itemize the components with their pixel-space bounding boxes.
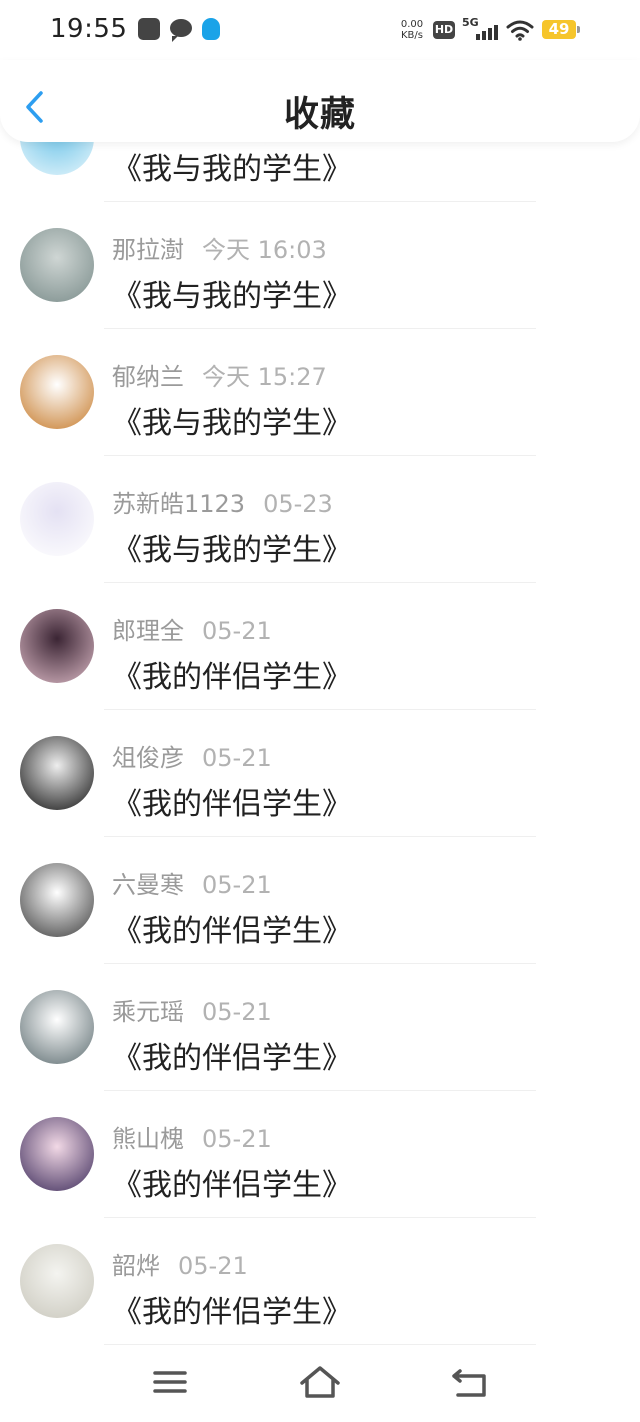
favorite-date: 05-21: [178, 1252, 248, 1280]
network-type: 5G: [462, 16, 479, 29]
book-title[interactable]: 《我的伴侣学生》: [112, 1287, 352, 1331]
system-nav-bar: [0, 1346, 640, 1422]
status-bar: 19:55 0.00 KB/s HD 5G 49: [0, 0, 640, 60]
avatar[interactable]: [20, 990, 94, 1064]
book-title[interactable]: 《我的伴侣学生》: [112, 906, 352, 950]
qq-notification-icon: [202, 18, 220, 40]
favorite-date: 05-21: [202, 998, 272, 1026]
author-name[interactable]: 六曼寒: [112, 871, 184, 899]
favorite-item[interactable]: 俎俊彦 05-21 《我的伴侣学生》: [0, 710, 640, 837]
book-title[interactable]: 《我的伴侣学生》: [112, 1160, 352, 1204]
author-name[interactable]: 熊山槐: [112, 1125, 184, 1153]
favorite-item[interactable]: 韶烨 05-21 《我的伴侣学生》: [0, 1218, 640, 1345]
favorite-meta: 那拉澍 今天 16:03: [112, 230, 327, 265]
author-name[interactable]: 苏新皓1123: [112, 490, 245, 518]
author-name[interactable]: 乘元瑶: [112, 998, 184, 1026]
favorite-item[interactable]: 那拉澍 今天 16:03 《我与我的学生》: [0, 202, 640, 329]
favorite-item[interactable]: 郁纳兰 今天 15:27 《我与我的学生》: [0, 329, 640, 456]
favorite-meta: 俎俊彦 05-21: [112, 738, 272, 773]
network-speed: 0.00 KB/s: [396, 19, 428, 41]
wifi-icon: [506, 20, 534, 41]
book-title[interactable]: 《我的伴侣学生》: [112, 652, 352, 696]
author-name[interactable]: 俎俊彦: [112, 744, 184, 772]
book-title[interactable]: 《我与我的学生》: [112, 398, 352, 442]
author-name[interactable]: 郎理全: [112, 617, 184, 645]
battery-level: 49: [542, 20, 580, 39]
network-speed-value: 0.00: [400, 19, 424, 30]
list-divider: [104, 1344, 536, 1345]
favorite-date: 05-21: [202, 871, 272, 899]
author-name[interactable]: 韶烨: [112, 1252, 160, 1280]
avatar[interactable]: [20, 482, 94, 556]
menu-icon[interactable]: [148, 1362, 192, 1402]
avatar[interactable]: [20, 228, 94, 302]
message-notification-icon: [170, 19, 192, 42]
favorites-list[interactable]: 《我与我的学生》 那拉澍 今天 16:03 《我与我的学生》 郁纳兰 今天 15:27 《我…: [0, 75, 640, 1345]
app-notification-icon: [138, 18, 160, 40]
author-name[interactable]: 那拉澍: [112, 236, 184, 264]
favorite-meta: 六曼寒 05-21: [112, 865, 272, 900]
book-title[interactable]: 《我与我的学生》: [112, 144, 352, 188]
book-title[interactable]: 《我的伴侣学生》: [112, 1033, 352, 1077]
favorite-date: 今天 16:03: [202, 236, 327, 264]
favorite-item[interactable]: 苏新皓1123 05-23 《我与我的学生》: [0, 456, 640, 583]
favorite-meta: 韶烨 05-21: [112, 1246, 248, 1281]
favorite-meta: 郎理全 05-21: [112, 611, 272, 646]
favorite-date: 05-23: [263, 490, 333, 518]
avatar[interactable]: [20, 609, 94, 683]
book-title[interactable]: 《我的伴侣学生》: [112, 779, 352, 823]
favorite-date: 今天 15:27: [202, 363, 327, 391]
favorite-meta: 乘元瑶 05-21: [112, 992, 272, 1027]
page-header: 收藏: [0, 60, 640, 142]
hd-badge: HD: [433, 21, 455, 39]
status-time: 19:55: [50, 14, 128, 44]
avatar[interactable]: [20, 1117, 94, 1191]
favorite-date: 05-21: [202, 617, 272, 645]
favorite-item[interactable]: 郎理全 05-21 《我的伴侣学生》: [0, 583, 640, 710]
page-title: 收藏: [283, 95, 356, 135]
avatar[interactable]: [20, 736, 94, 810]
avatar[interactable]: [20, 863, 94, 937]
network-speed-unit: KB/s: [401, 30, 423, 41]
favorite-date: 05-21: [202, 744, 272, 772]
screen: 《我与我的学生》 那拉澍 今天 16:03 《我与我的学生》 郁纳兰 今天 15:27 《我…: [0, 0, 640, 1422]
favorite-meta: 苏新皓1123 05-23: [112, 484, 333, 519]
favorite-item[interactable]: 六曼寒 05-21 《我的伴侣学生》: [0, 837, 640, 964]
avatar[interactable]: [20, 355, 94, 429]
favorite-date: 05-21: [202, 1125, 272, 1153]
author-name[interactable]: 郁纳兰: [112, 363, 184, 391]
home-icon[interactable]: [298, 1362, 342, 1402]
avatar[interactable]: [20, 1244, 94, 1318]
favorite-item[interactable]: 乘元瑶 05-21 《我的伴侣学生》: [0, 964, 640, 1091]
book-title[interactable]: 《我与我的学生》: [112, 271, 352, 315]
favorite-item[interactable]: 熊山槐 05-21 《我的伴侣学生》: [0, 1091, 640, 1218]
book-title[interactable]: 《我与我的学生》: [112, 525, 352, 569]
favorite-meta: 熊山槐 05-21: [112, 1119, 272, 1154]
signal-icon: 5G: [462, 16, 498, 42]
back-icon[interactable]: [448, 1362, 492, 1402]
favorite-meta: 郁纳兰 今天 15:27: [112, 357, 327, 392]
